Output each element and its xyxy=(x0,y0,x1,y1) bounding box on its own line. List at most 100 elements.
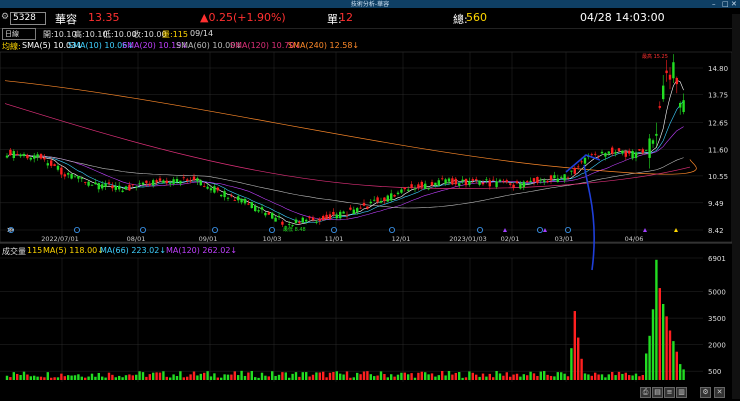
candle-body xyxy=(26,154,29,159)
candle-body xyxy=(645,149,648,151)
volume-bar xyxy=(5,375,9,380)
volume-bar xyxy=(158,372,162,380)
candle-body xyxy=(33,155,36,159)
candle-body xyxy=(135,186,138,188)
sma20-line xyxy=(6,126,684,221)
volume-bar xyxy=(675,351,678,380)
candle-body xyxy=(570,170,573,172)
volume-bar xyxy=(607,374,610,380)
candle-body xyxy=(230,195,233,197)
volume-bar xyxy=(305,372,308,380)
vol-ma120-legend: MA(120) 262.02↓ xyxy=(166,246,238,255)
list-icon[interactable]: ≡ xyxy=(664,387,675,398)
volume-bar xyxy=(152,372,155,380)
volume-bar xyxy=(461,377,464,380)
volume-bar xyxy=(611,371,614,380)
candle-body xyxy=(121,190,124,192)
candle-body xyxy=(478,180,481,185)
volume-bar xyxy=(393,376,396,380)
close-icon[interactable]: ✕ xyxy=(714,387,725,398)
candle-body xyxy=(379,201,383,203)
candle-body xyxy=(186,179,189,181)
volume-bar xyxy=(672,341,675,380)
candle-body xyxy=(5,155,9,158)
volume-bar xyxy=(628,375,631,380)
candle-body xyxy=(203,185,206,187)
candle-body xyxy=(124,186,128,190)
volume-bar xyxy=(539,371,542,380)
volume-bar xyxy=(46,372,49,380)
volume-bar xyxy=(475,374,478,380)
candle-body xyxy=(311,217,315,221)
candle-body xyxy=(468,181,471,185)
candle-body xyxy=(369,201,372,204)
volume-bar xyxy=(101,376,104,380)
chart-canvas[interactable]: 14.80 13.75 12.65 11.60 10.55 9.49 8.42 2022/0… xyxy=(0,0,740,401)
candle-body xyxy=(631,150,634,159)
price-panel-border xyxy=(0,51,733,243)
volume-bar xyxy=(543,371,546,380)
volume-bar xyxy=(26,374,29,380)
volume-bar xyxy=(67,375,70,380)
volume-bar xyxy=(529,371,532,380)
volume-bar xyxy=(39,376,43,380)
candle-body xyxy=(162,180,165,183)
volume-bar xyxy=(570,348,573,380)
candle-body xyxy=(301,217,304,223)
candle-body xyxy=(641,149,644,153)
candle-body xyxy=(437,180,440,186)
volume-bar xyxy=(9,377,12,380)
volume-bar xyxy=(250,370,253,380)
volume-bar xyxy=(345,371,349,380)
volume-bar xyxy=(505,372,508,380)
volume-bar xyxy=(437,375,440,380)
candle-body xyxy=(611,147,614,154)
volume-bar xyxy=(73,375,77,380)
volume-bar xyxy=(464,377,468,380)
date-tick-label: 04/06 xyxy=(625,235,644,243)
candle-body xyxy=(223,191,226,198)
candle-body xyxy=(298,221,301,224)
volume-bar xyxy=(148,374,151,380)
candle-body xyxy=(614,152,617,154)
candle-body xyxy=(342,211,345,214)
volume-bar xyxy=(220,377,223,380)
volume-bar xyxy=(60,373,63,380)
volume-bar xyxy=(145,376,148,380)
settings-icon[interactable]: ⚙ xyxy=(700,387,711,398)
volume-bar xyxy=(597,374,600,380)
volume-bar xyxy=(56,377,60,380)
volume-bar xyxy=(532,373,536,380)
candle-body xyxy=(624,151,627,157)
volume-bar xyxy=(247,372,250,380)
candle-body xyxy=(417,184,420,188)
date-tick-label: 2023/01/03 xyxy=(449,235,486,243)
candle-body xyxy=(90,184,94,186)
volume-bar xyxy=(141,372,145,380)
candle-body xyxy=(662,85,665,100)
candle-body xyxy=(451,178,454,185)
volume-bar xyxy=(335,371,338,380)
save-icon[interactable]: ▤ xyxy=(652,387,663,398)
candle-body xyxy=(165,180,168,184)
volume-bar xyxy=(87,376,90,380)
volume-bar xyxy=(267,376,270,380)
candle-body xyxy=(213,186,216,193)
candle-body xyxy=(107,182,111,184)
volume-bar xyxy=(383,373,386,380)
candle-body xyxy=(390,193,393,201)
candle-body xyxy=(43,157,46,160)
print-icon[interactable]: ⎙ xyxy=(640,387,651,398)
chart-icon[interactable]: ▥ xyxy=(676,387,687,398)
volume-bar xyxy=(502,375,505,380)
candle-body xyxy=(94,182,97,185)
candle-body xyxy=(464,178,468,186)
volume-bar xyxy=(396,374,400,380)
volume-bar xyxy=(162,371,165,380)
candle-body xyxy=(492,179,495,181)
volume-bar xyxy=(281,372,284,380)
right-scrollbar[interactable] xyxy=(732,14,740,399)
candle-body xyxy=(512,184,515,188)
volume-bar xyxy=(583,373,587,380)
candle-body xyxy=(454,178,457,185)
